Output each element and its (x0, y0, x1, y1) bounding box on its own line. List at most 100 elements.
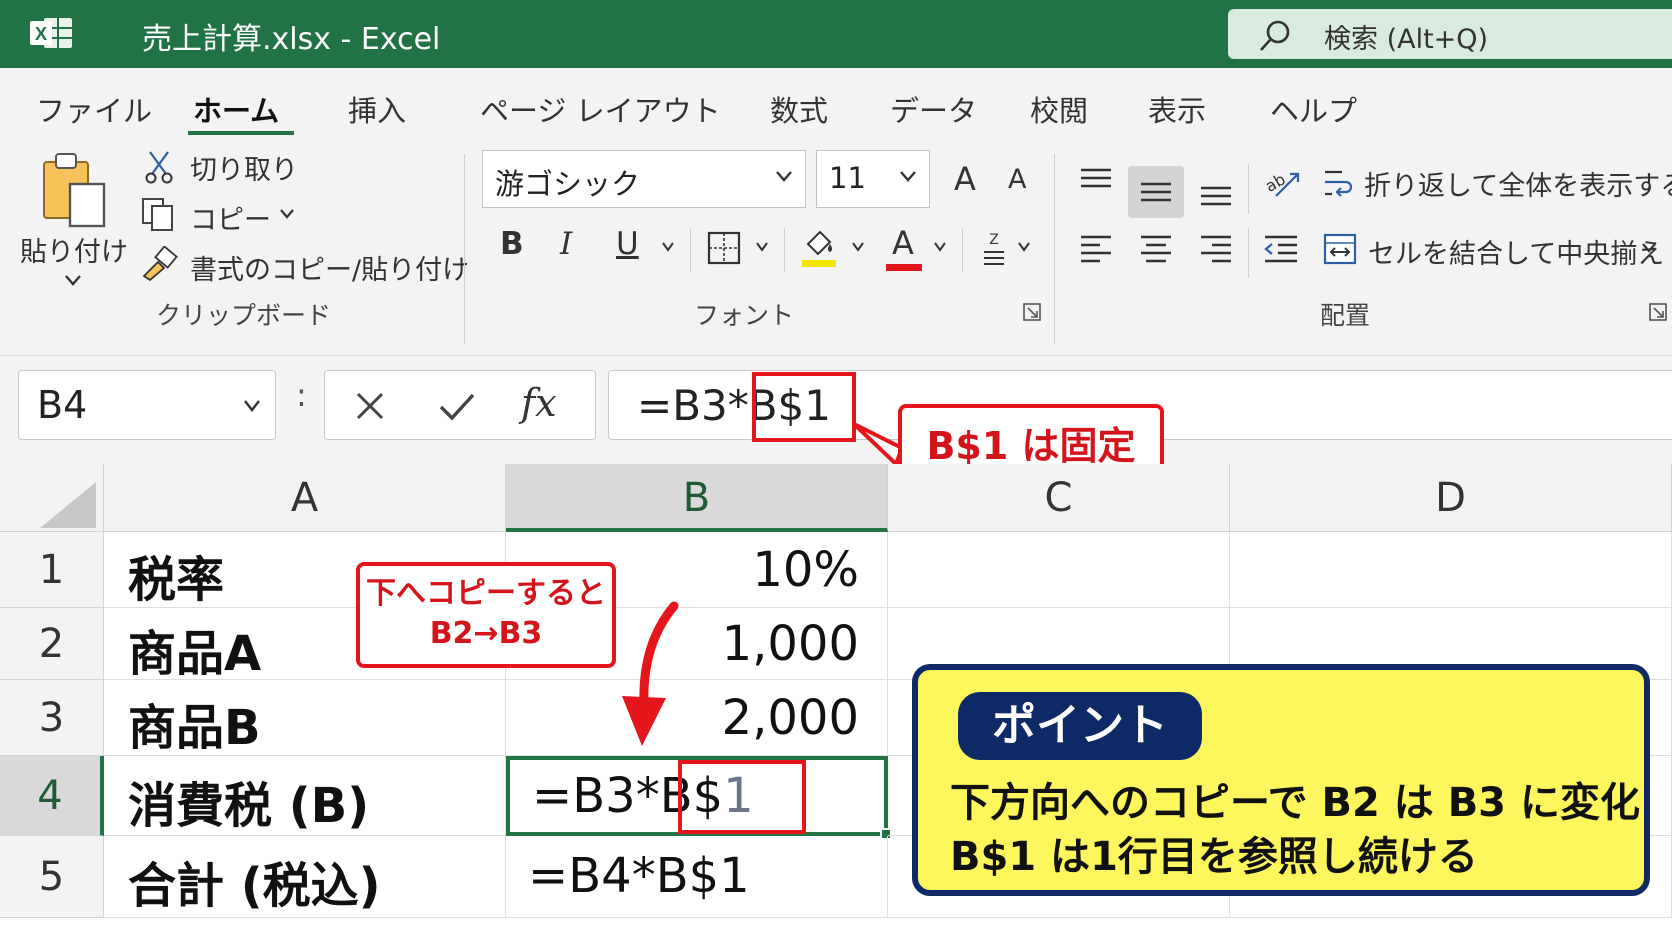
middle-align-button[interactable] (1128, 166, 1184, 218)
borders-icon[interactable] (706, 230, 742, 266)
cell-a5[interactable]: 合計 (税込) (104, 836, 506, 918)
row-header-4[interactable]: 4 (0, 756, 104, 836)
italic-button[interactable]: I (560, 226, 572, 262)
row-header-2[interactable]: 2 (0, 608, 104, 680)
point-box: ポイント 下方向へのコピーで B2 は B3 に変化 B$1 は1行目を参照し続… (912, 664, 1650, 896)
cut-button[interactable]: 切り取り (190, 148, 298, 187)
cell-a4[interactable]: 消費税 (B) (104, 756, 506, 836)
name-box[interactable]: B4 (18, 370, 276, 440)
decrease-indent-icon[interactable] (1262, 232, 1300, 266)
row-header-1[interactable]: 1 (0, 532, 104, 608)
row-header-5[interactable]: 5 (0, 836, 104, 918)
chevron-down-icon[interactable] (660, 240, 676, 254)
top-align-icon[interactable] (1078, 166, 1114, 194)
scissors-icon (145, 151, 173, 184)
down-arrow-icon (622, 601, 679, 746)
bottom-align-icon[interactable] (1198, 180, 1234, 208)
tab-data[interactable]: データ (890, 88, 977, 130)
grow-font-button[interactable]: A (954, 160, 976, 198)
align-right-icon[interactable] (1198, 232, 1234, 266)
merge-center-button[interactable]: セルを結合して中央揃え (1368, 232, 1664, 271)
tab-file[interactable]: ファイル (36, 88, 152, 130)
chevron-down-icon (776, 171, 792, 182)
chevron-down-icon[interactable] (1640, 240, 1658, 256)
excel-logo-icon: X (30, 18, 72, 48)
align-center-icon[interactable] (1138, 232, 1174, 266)
align-left-icon[interactable] (1078, 232, 1114, 266)
font-name-select[interactable]: 游ゴシック (482, 150, 806, 208)
wrap-text-button[interactable]: 折り返して全体を表示する (1364, 164, 1672, 203)
cell-b3[interactable]: 2,000 (506, 680, 888, 756)
chevron-down-icon (244, 400, 260, 412)
chevron-down-icon[interactable] (850, 240, 866, 254)
search-box[interactable]: 検索 (Alt+Q) (1228, 9, 1672, 59)
column-header-c[interactable]: C (888, 464, 1230, 532)
group-divider (1054, 154, 1055, 344)
column-header-b[interactable]: B (506, 464, 888, 532)
chevron-down-icon[interactable] (62, 272, 84, 288)
bold-button[interactable]: B (500, 226, 524, 262)
enter-check-icon[interactable] (437, 389, 477, 423)
tab-help[interactable]: ヘルプ (1270, 88, 1357, 130)
cell-d1[interactable] (1230, 532, 1672, 608)
point-line-2: B$1 は1行目を参照し続ける (950, 834, 1478, 880)
select-all-corner[interactable] (0, 464, 104, 532)
column-header-d[interactable]: D (1230, 464, 1672, 532)
wrap-text-icon (1325, 170, 1353, 197)
divider (690, 228, 691, 272)
divider (1248, 164, 1249, 214)
cell-highlight-box (678, 760, 806, 834)
callout-line: 下へコピーすると (366, 576, 606, 611)
font-size-select[interactable]: 11 (816, 150, 930, 208)
tab-view[interactable]: 表示 (1148, 88, 1206, 130)
cell-c1[interactable] (888, 532, 1230, 608)
font-color-button[interactable]: A (892, 224, 914, 262)
divider (784, 228, 785, 272)
chevron-down-icon[interactable] (1016, 240, 1032, 254)
format-painter-button[interactable]: 書式のコピー/貼り付け (190, 248, 469, 287)
format-painter-icon (142, 246, 178, 282)
orientation-icon[interactable]: ab (1262, 166, 1302, 202)
paste-icon[interactable] (40, 150, 108, 230)
shrink-font-button[interactable]: A (1008, 164, 1026, 195)
row-header-3[interactable]: 3 (0, 680, 104, 756)
chevron-down-icon[interactable] (754, 240, 770, 254)
tab-insert[interactable]: 挿入 (348, 88, 406, 130)
cell-text: 税率 (128, 552, 225, 608)
copy-down-callout: 下へコピーすると B2→B3 (356, 562, 616, 668)
tab-home[interactable]: ホーム (193, 88, 279, 130)
cell-b5[interactable]: =B4*B$1 (506, 836, 888, 918)
phonetic-guide-icon[interactable]: Z (980, 228, 1008, 268)
paste-button[interactable]: 貼り付け (20, 230, 128, 269)
dialog-launcher-icon[interactable] (1022, 302, 1042, 322)
point-badge: ポイント (958, 692, 1202, 760)
formula-buttons: fx (324, 370, 596, 440)
tab-review[interactable]: 校閲 (1030, 88, 1088, 130)
chevron-down-icon[interactable] (278, 206, 296, 222)
insert-function-button[interactable]: fx (521, 381, 557, 425)
fill-color-icon[interactable] (800, 226, 838, 270)
cell-text: 商品A (128, 626, 262, 682)
formula-highlight-box (752, 372, 856, 442)
dialog-launcher-icon[interactable] (1648, 302, 1668, 322)
tab-page-layout[interactable]: ページ レイアウト (480, 88, 721, 130)
title-bar: X 売上計算.xlsx - Excel 検索 (Alt+Q) (0, 0, 1672, 68)
tab-formulas[interactable]: 数式 (770, 88, 828, 130)
ribbon-tabs: ファイル ホーム 挿入 ページ レイアウト 数式 データ 校閲 表示 ヘルプ (0, 68, 1672, 136)
divider (1248, 228, 1249, 278)
column-header-a[interactable]: A (104, 464, 506, 532)
chevron-down-icon (900, 171, 916, 182)
ribbon: 貼り付け 切り取り コピー 書式のコピー/貼り付け クリップボード 游ゴシック … (0, 136, 1672, 356)
font-color-swatch (886, 264, 922, 271)
cancel-icon[interactable] (353, 389, 387, 423)
font-size-value: 11 (829, 161, 866, 195)
font-group-label: フォント (694, 301, 795, 330)
chevron-down-icon[interactable] (932, 240, 948, 254)
cell-a3[interactable]: 商品B (104, 680, 506, 756)
svg-text:ab: ab (1262, 169, 1289, 195)
copy-button[interactable]: コピー (190, 198, 271, 237)
search-placeholder: 検索 (Alt+Q) (1324, 24, 1489, 55)
cell-text: 2,000 (721, 690, 859, 746)
active-tab-indicator (188, 131, 294, 135)
underline-button[interactable]: U (616, 226, 639, 262)
